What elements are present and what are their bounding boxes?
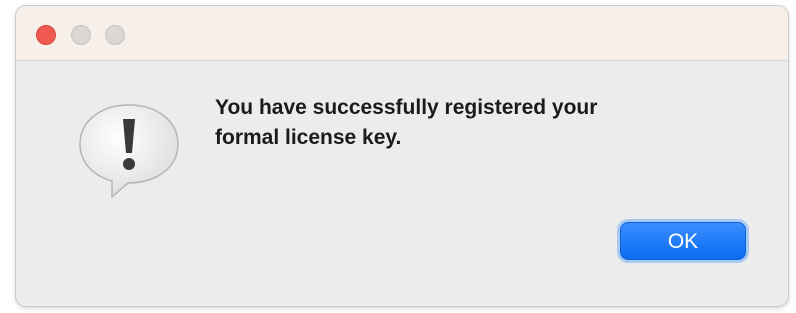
- exclamation-speech-bubble-icon: [79, 104, 179, 199]
- close-window-button[interactable]: [36, 25, 56, 45]
- minimize-window-button[interactable]: [71, 25, 91, 45]
- title-bar: [16, 6, 788, 61]
- alert-message: You have successfully registered your fo…: [215, 96, 598, 149]
- ok-button[interactable]: OK: [620, 222, 746, 260]
- maximize-window-button[interactable]: [105, 25, 125, 45]
- alert-dialog: You have successfully registered your fo…: [16, 6, 788, 306]
